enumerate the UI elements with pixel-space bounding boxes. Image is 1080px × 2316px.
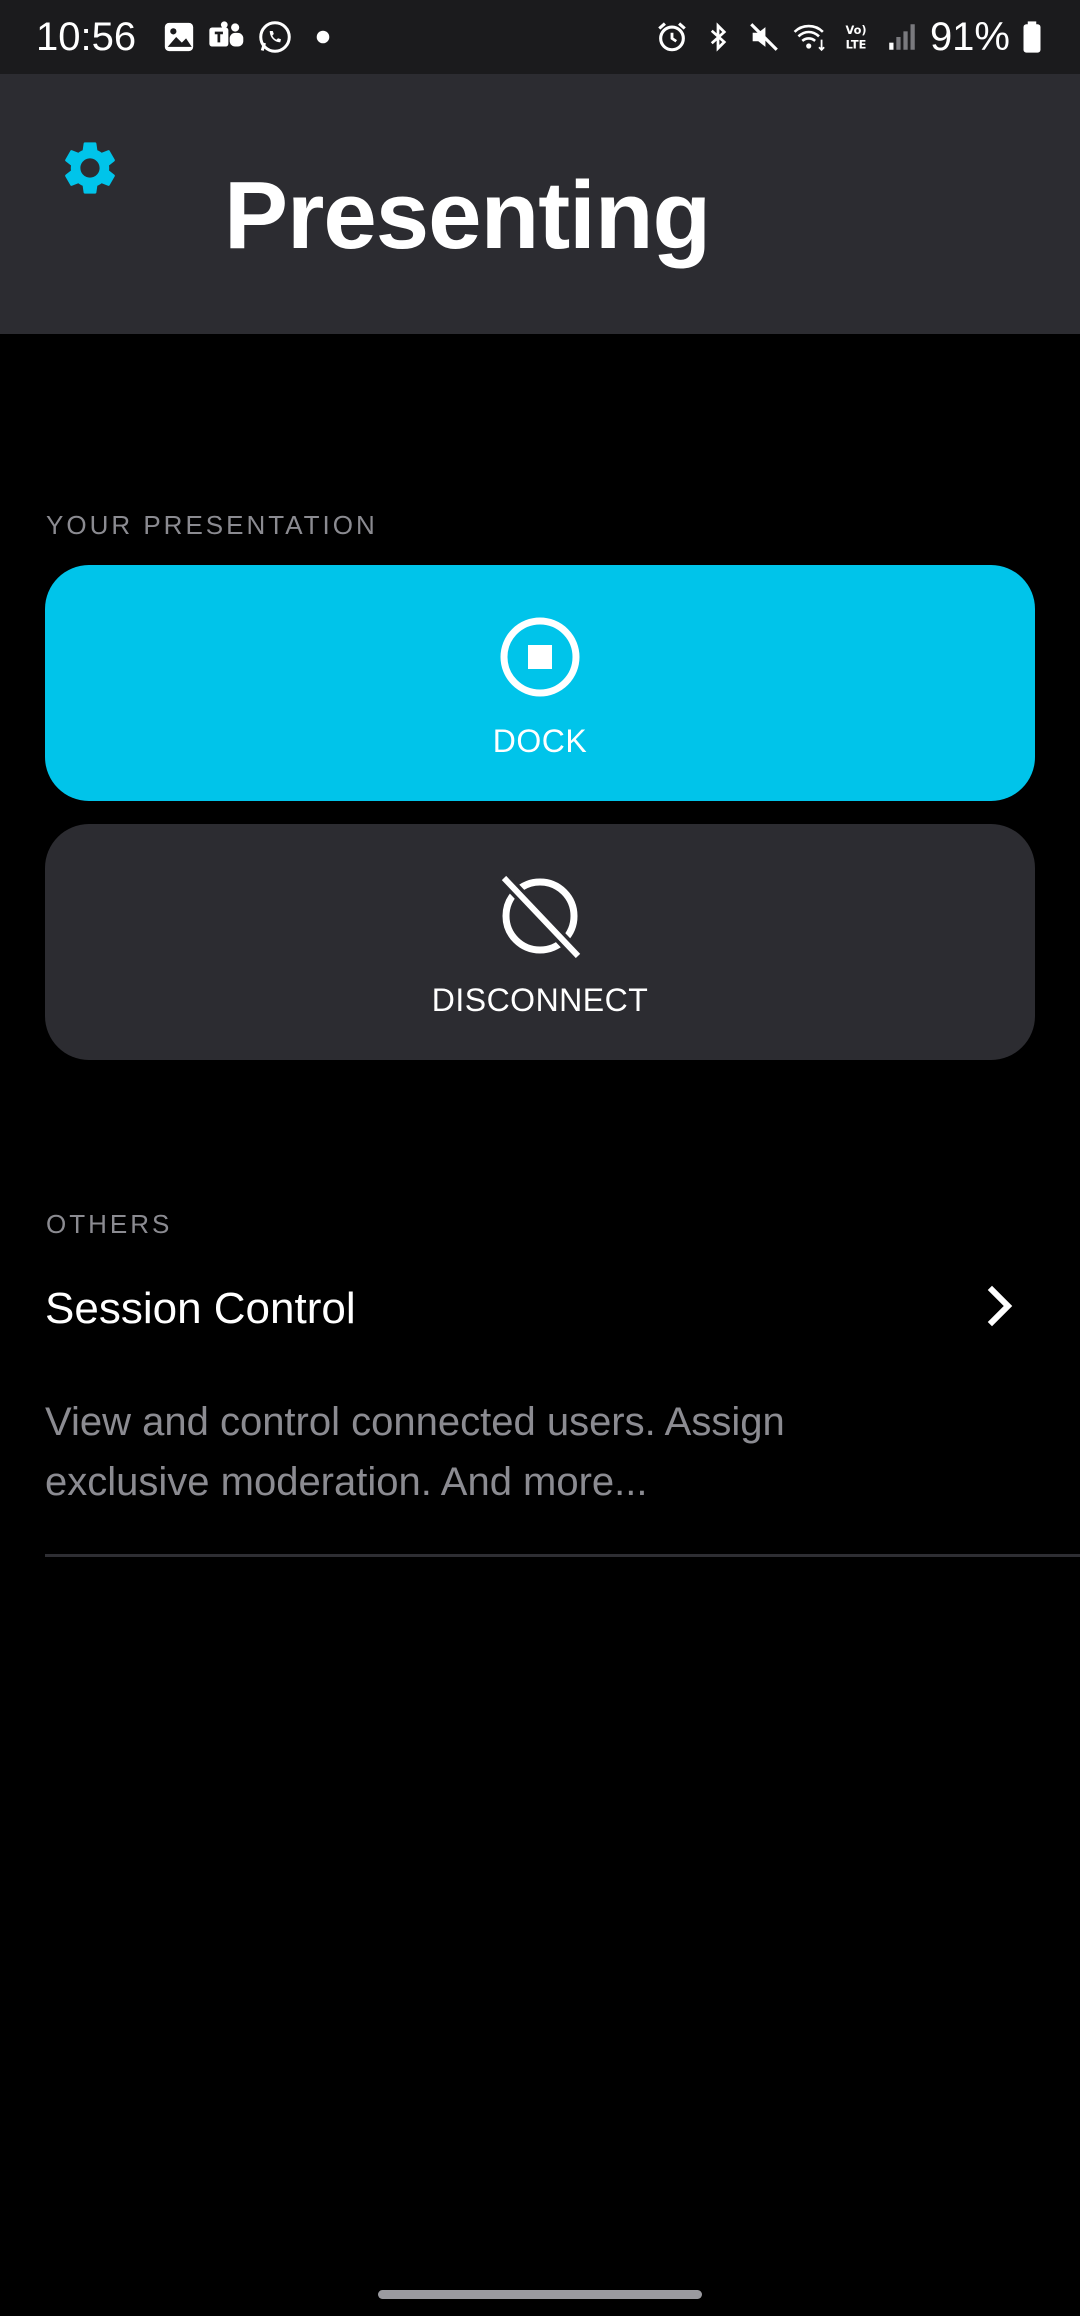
alarm-icon: [654, 19, 690, 55]
section-label-others: OTHERS: [46, 1209, 173, 1239]
volte-icon: Vo) LTE: [838, 19, 874, 55]
battery-icon: [1020, 19, 1044, 55]
stop-circle-icon: [498, 615, 582, 699]
battery-percent: 91%: [929, 14, 1010, 59]
teams-icon: [208, 18, 246, 56]
signal-icon: [884, 19, 920, 55]
status-left: 10:56: [36, 15, 342, 60]
list-item-description: View and control connected users. Assign…: [45, 1400, 785, 1504]
section-label-your-presentation: YOUR PRESENTATION: [46, 510, 378, 540]
divider: [45, 1554, 1080, 1557]
status-time: 10:56: [36, 14, 137, 59]
app-header: Presenting: [0, 74, 1080, 334]
gear-icon[interactable]: [58, 136, 122, 200]
svg-text:Vo): Vo): [845, 23, 866, 37]
gallery-icon: [160, 18, 198, 56]
whatsapp-icon: [256, 18, 294, 56]
status-right: Vo) LTE 91%: [654, 15, 1044, 60]
list-item-title: Session Control: [45, 1284, 356, 1333]
list-item-session-control[interactable]: Session Control View and control connect…: [0, 1252, 1080, 1552]
disconnect-icon: [498, 873, 583, 960]
disconnect-label: DISCONNECT: [431, 981, 649, 1018]
status-bar: 10:56 Vo) LTE 91%: [0, 0, 1080, 74]
disconnect-button[interactable]: DISCONNECT: [45, 824, 1035, 1060]
dot-icon: [304, 18, 342, 56]
dock-button[interactable]: DOCK: [45, 565, 1035, 801]
home-indicator[interactable]: [378, 2290, 702, 2299]
dock-label: DOCK: [492, 722, 588, 759]
page-title: Presenting: [224, 162, 711, 269]
wifi-icon: [792, 19, 828, 55]
bluetooth-icon: [700, 19, 736, 55]
svg-text:LTE: LTE: [846, 37, 867, 51]
mute-icon: [746, 19, 782, 55]
chevron-right-icon: [982, 1284, 1018, 1328]
